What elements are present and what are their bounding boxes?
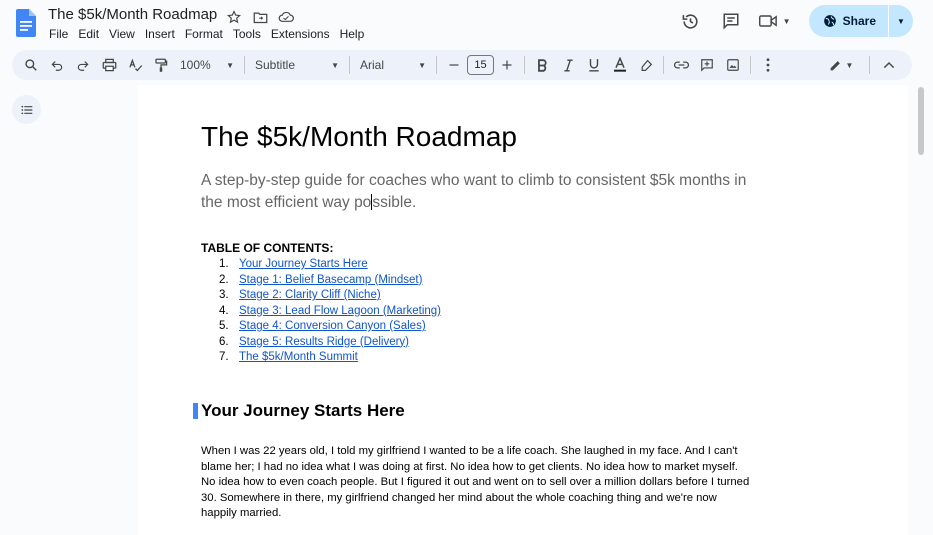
- text-color-icon[interactable]: [607, 52, 633, 78]
- docs-window: The $5k/Month Roadmap File Edit View Ins…: [0, 0, 933, 535]
- menu-help[interactable]: Help: [340, 27, 365, 41]
- chevron-down-icon: ▼: [845, 60, 854, 70]
- divider: [869, 56, 870, 74]
- italic-icon[interactable]: [555, 52, 581, 78]
- share-main[interactable]: Share: [809, 5, 888, 37]
- subtitle-text-end: ssible.: [372, 194, 417, 211]
- body-paragraph[interactable]: When I was 22 years old, I told my girlf…: [201, 444, 751, 522]
- toc-link[interactable]: Your Journey Starts Here: [239, 257, 368, 273]
- share-label: Share: [842, 14, 876, 28]
- section-heading[interactable]: Your Journey Starts Here: [201, 401, 405, 421]
- chevron-down-icon: ▼: [782, 16, 791, 26]
- share-dropdown-button[interactable]: ▼: [889, 5, 913, 37]
- table-of-contents: 1. Your Journey Starts Here 2. Stage 1: Be…: [219, 257, 441, 366]
- search-menus-icon[interactable]: [18, 52, 44, 78]
- history-icon[interactable]: [675, 5, 707, 37]
- toc-item: 2. Stage 1: Belief Basecamp (Mindset): [219, 273, 441, 289]
- document-subtitle[interactable]: A step-by-step guide for coaches who wan…: [201, 170, 761, 214]
- underline-icon[interactable]: [581, 52, 607, 78]
- zoom-select[interactable]: 100% ▼: [174, 52, 240, 78]
- menu-view[interactable]: View: [109, 27, 135, 41]
- document-heading[interactable]: The $5k/Month Roadmap: [201, 121, 517, 153]
- move-folder-icon[interactable]: [250, 8, 270, 26]
- toc-item: 4. Stage 3: Lead Flow Lagoon (Marketing): [219, 304, 441, 320]
- top-right-actions: ▼ Share ▼: [667, 5, 913, 37]
- print-icon[interactable]: [96, 52, 122, 78]
- menu-tools[interactable]: Tools: [233, 27, 261, 41]
- toc-link[interactable]: The $5k/Month Summit: [239, 350, 358, 366]
- title-actions: [224, 8, 296, 26]
- divider: [436, 56, 437, 74]
- toc-number: 3.: [219, 289, 229, 301]
- toc-item: 6. Stage 5: Results Ridge (Delivery): [219, 335, 441, 351]
- toc-item: 3. Stage 2: Clarity Cliff (Niche): [219, 288, 441, 304]
- toc-number: 7.: [219, 351, 229, 363]
- divider: [663, 56, 664, 74]
- font-value: Arial: [360, 58, 385, 72]
- add-comment-icon[interactable]: [694, 52, 720, 78]
- comments-icon[interactable]: [715, 5, 747, 37]
- document-title[interactable]: The $5k/Month Roadmap: [48, 6, 217, 23]
- toc-number: 4.: [219, 304, 229, 317]
- toc-link[interactable]: Stage 4: Conversion Canyon (Sales): [239, 319, 426, 335]
- highlight-icon[interactable]: [633, 52, 659, 78]
- toc-item: 1. Your Journey Starts Here: [219, 257, 441, 273]
- subtitle-text-start: A step-by-step guide for coaches who wan…: [201, 172, 747, 211]
- font-size-input[interactable]: 15: [467, 55, 494, 75]
- style-select[interactable]: Subtitle ▼: [249, 52, 345, 78]
- menu-format[interactable]: Format: [185, 27, 223, 41]
- menu-file[interactable]: File: [49, 27, 68, 41]
- divider: [244, 56, 245, 74]
- formatting-toolbar: 100% ▼ Subtitle ▼ Arial ▼ 15 ▼: [12, 50, 912, 80]
- bookmark-marker: [193, 403, 198, 419]
- toc-link[interactable]: Stage 5: Results Ridge (Delivery): [239, 335, 409, 351]
- style-value: Subtitle: [255, 58, 296, 72]
- star-icon[interactable]: [224, 8, 244, 26]
- divider: [524, 56, 525, 74]
- link-icon[interactable]: [668, 52, 694, 78]
- insert-image-icon[interactable]: [720, 52, 746, 78]
- meet-icon[interactable]: ▼: [755, 5, 795, 37]
- chevron-down-icon: ▼: [418, 60, 426, 70]
- menu-extensions[interactable]: Extensions: [271, 27, 330, 41]
- toc-item: 5. Stage 4: Conversion Canyon (Sales): [219, 319, 441, 335]
- chevron-down-icon: ▼: [897, 16, 905, 26]
- toc-heading[interactable]: TABLE OF CONTENTS:: [201, 241, 333, 255]
- toc-number: 1.: [219, 258, 229, 270]
- increase-font-size-button[interactable]: [494, 52, 520, 78]
- chevron-down-icon: ▼: [331, 60, 339, 70]
- toc-number: 6.: [219, 335, 229, 348]
- font-select[interactable]: Arial ▼: [354, 52, 432, 78]
- docs-logo-icon[interactable]: [16, 9, 36, 37]
- menu-insert[interactable]: Insert: [145, 27, 175, 41]
- toc-link[interactable]: Stage 2: Clarity Cliff (Niche): [239, 288, 381, 304]
- share-button[interactable]: Share ▼: [808, 5, 913, 37]
- bold-icon[interactable]: [529, 52, 555, 78]
- toc-number: 2.: [219, 273, 229, 286]
- collapse-icon[interactable]: [876, 52, 902, 78]
- globe-icon: [823, 14, 837, 28]
- spellcheck-icon[interactable]: [122, 52, 148, 78]
- menu-edit[interactable]: Edit: [78, 27, 99, 41]
- paint-format-icon[interactable]: [148, 52, 174, 78]
- more-icon[interactable]: [755, 52, 781, 78]
- toc-item: 7. The $5k/Month Summit: [219, 350, 441, 366]
- toc-link[interactable]: Stage 3: Lead Flow Lagoon (Marketing): [239, 304, 441, 320]
- vertical-scrollbar[interactable]: [918, 87, 924, 155]
- chevron-down-icon: ▼: [226, 60, 234, 70]
- divider: [349, 56, 350, 74]
- editing-mode-icon[interactable]: ▼: [821, 52, 861, 78]
- toc-link[interactable]: Stage 1: Belief Basecamp (Mindset): [239, 273, 422, 289]
- divider: [750, 56, 751, 74]
- cloud-status-icon[interactable]: [276, 8, 296, 26]
- toc-number: 5.: [219, 320, 229, 332]
- zoom-value: 100%: [180, 58, 211, 72]
- decrease-font-size-button[interactable]: [441, 52, 467, 78]
- undo-icon[interactable]: [44, 52, 70, 78]
- outline-icon[interactable]: [12, 95, 41, 124]
- menu-bar: File Edit View Insert Format Tools Exten…: [49, 27, 374, 41]
- redo-icon[interactable]: [70, 52, 96, 78]
